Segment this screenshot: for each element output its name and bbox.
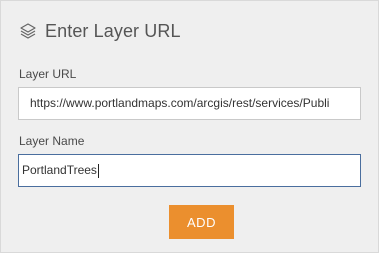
add-button[interactable]: ADD [169,205,234,239]
layer-url-input[interactable]: https://www.portlandmaps.com/arcgis/rest… [18,87,361,120]
layer-name-label: Layer Name [19,134,85,148]
enter-layer-url-panel: Enter Layer URL Layer URL https://www.po… [0,0,379,253]
layer-url-label: Layer URL [19,67,77,81]
panel-header: Enter Layer URL [18,18,181,44]
layer-url-value: https://www.portlandmaps.com/arcgis/rest… [30,96,330,110]
layer-name-value: PortlandTrees [22,163,97,177]
layers-icon [18,21,38,41]
panel-title: Enter Layer URL [45,20,181,41]
text-caret [97,163,99,178]
layer-name-input[interactable]: PortlandTrees [18,154,361,187]
